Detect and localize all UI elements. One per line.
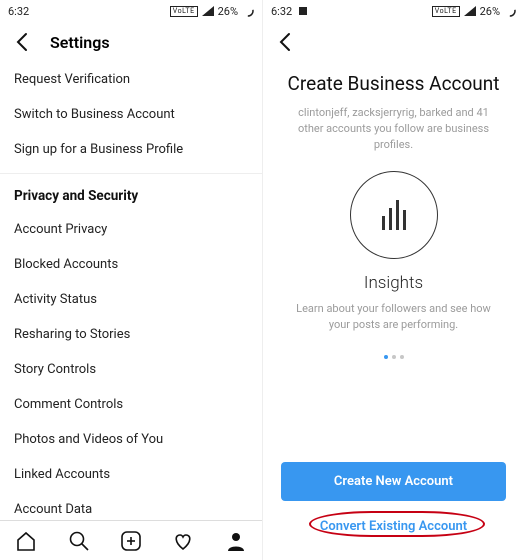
search-icon (68, 530, 90, 552)
item-signup-business-profile[interactable]: Sign up for a Business Profile (0, 132, 262, 167)
convert-existing-account-link[interactable]: Convert Existing Account (281, 513, 506, 540)
volte-badge: VoLTE (170, 6, 198, 17)
nav-search[interactable] (67, 529, 91, 553)
bars-icon (382, 200, 406, 230)
status-bar: 6:32 VoLTE 26% (263, 0, 524, 22)
settings-list: Request Verification Switch to Business … (0, 62, 262, 520)
item-request-verification[interactable]: Request Verification (0, 62, 262, 97)
item-story-controls[interactable]: Story Controls (0, 352, 262, 387)
item-account-privacy[interactable]: Account Privacy (0, 212, 262, 247)
heart-icon (172, 530, 194, 552)
header: Settings (0, 22, 262, 62)
convert-existing-label: Convert Existing Account (320, 519, 467, 534)
item-account-data[interactable]: Account Data (0, 492, 262, 520)
signal-icon (464, 6, 476, 16)
profile-icon (225, 530, 247, 552)
cta-area: Create New Account Convert Existing Acco… (263, 462, 524, 540)
battery-ring-icon (504, 5, 516, 17)
feature-description: Learn about your followers and see how y… (287, 301, 500, 333)
item-switch-business[interactable]: Switch to Business Account (0, 97, 262, 132)
nav-activity[interactable] (171, 529, 195, 553)
nav-home[interactable] (14, 529, 38, 553)
insights-illustration (350, 171, 438, 259)
clock: 6:32 (271, 5, 292, 18)
nav-add[interactable] (119, 529, 143, 553)
settings-screen: 6:32 VoLTE 26% Settings Request Verifica… (0, 0, 262, 560)
screen-subtitle: clintonjeff, zacksjerryrig, barked and 4… (287, 105, 500, 153)
create-new-account-button[interactable]: Create New Account (281, 462, 506, 501)
back-icon[interactable] (275, 32, 295, 52)
back-icon[interactable] (12, 32, 32, 52)
signal-icon (202, 6, 214, 16)
home-icon (15, 530, 37, 552)
screen-title: Create Business Account (288, 72, 500, 95)
nav-profile[interactable] (224, 529, 248, 553)
battery-percent: 26% (218, 5, 238, 18)
page-dots (384, 355, 404, 359)
bottom-nav (0, 520, 262, 560)
status-bar: 6:32 VoLTE 26% (0, 0, 262, 22)
section-privacy-security: Privacy and Security (0, 173, 262, 212)
create-business-screen: 6:32 VoLTE 26% Create Business Account c… (262, 0, 524, 560)
item-linked-accounts[interactable]: Linked Accounts (0, 457, 262, 492)
item-photos-videos[interactable]: Photos and Videos of You (0, 422, 262, 457)
page-title: Settings (50, 33, 110, 52)
item-blocked-accounts[interactable]: Blocked Accounts (0, 247, 262, 282)
battery-percent: 26% (480, 5, 500, 18)
dot-2[interactable] (392, 355, 396, 359)
header (263, 22, 524, 62)
dot-3[interactable] (400, 355, 404, 359)
item-activity-status[interactable]: Activity Status (0, 282, 262, 317)
battery-ring-icon (242, 5, 254, 17)
item-comment-controls[interactable]: Comment Controls (0, 387, 262, 422)
plus-icon (120, 530, 142, 552)
app-indicator-icon (298, 6, 308, 16)
feature-name: Insights (364, 273, 423, 293)
item-resharing-stories[interactable]: Resharing to Stories (0, 317, 262, 352)
clock: 6:32 (8, 5, 29, 18)
volte-badge: VoLTE (432, 6, 460, 17)
dot-1[interactable] (384, 355, 388, 359)
